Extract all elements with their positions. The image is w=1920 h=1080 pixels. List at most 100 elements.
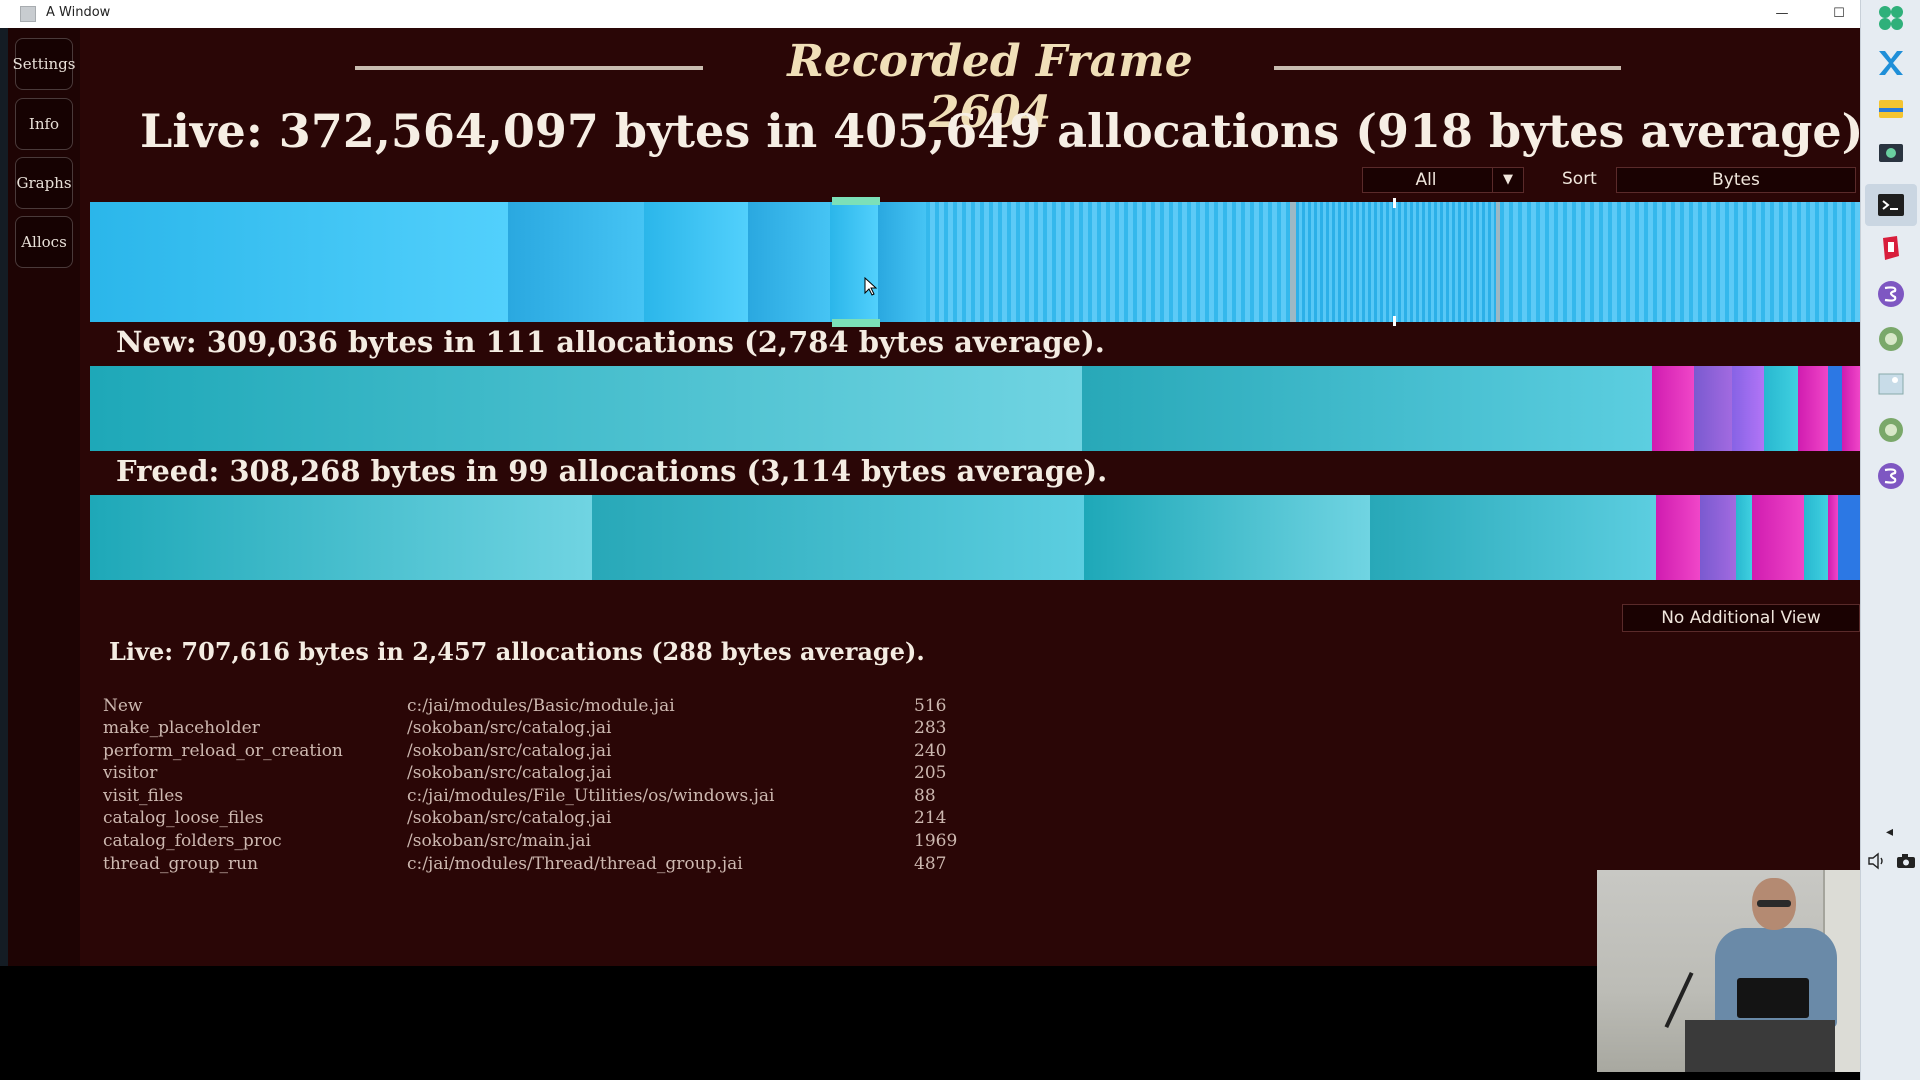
title-rule-right <box>1274 66 1621 70</box>
sidebar: Settings Info Graphs Allocs <box>8 28 80 966</box>
maximize-button[interactable]: ☐ <box>1829 4 1849 24</box>
live-segment[interactable] <box>748 202 830 322</box>
display-settings-icon[interactable] <box>1875 138 1907 170</box>
webcam-glasses <box>1757 900 1791 907</box>
live-segment[interactable] <box>644 202 748 322</box>
callstack-row[interactable]: visit_files c:/jai/modules/File_Utilitie… <box>103 786 1003 808</box>
freed-segment[interactable] <box>1656 495 1700 580</box>
freed-segment[interactable] <box>1736 495 1752 580</box>
file-path: /sokoban/src/main.jai <box>407 831 591 851</box>
file-path: c:/jai/modules/File_Utilities/os/windows… <box>407 786 775 806</box>
recycle-icon[interactable] <box>1875 323 1907 355</box>
line-number: 1969 <box>914 831 958 851</box>
left-edge-strip <box>0 28 8 966</box>
marker-tick-top <box>1393 198 1396 208</box>
new-segment[interactable] <box>1082 366 1652 451</box>
live-segment[interactable] <box>508 202 644 322</box>
sidebar-item-info[interactable]: Info <box>15 98 73 150</box>
live-segment-group[interactable] <box>1500 202 1860 322</box>
freed-segment[interactable] <box>1700 495 1736 580</box>
sidebar-item-allocs[interactable]: Allocs <box>15 216 73 268</box>
minimize-button[interactable]: — <box>1772 4 1792 24</box>
file-path: /sokoban/src/catalog.jai <box>407 718 612 738</box>
freed-segment[interactable] <box>90 495 592 580</box>
proc-name: visitor <box>103 763 158 783</box>
new-segment[interactable] <box>1798 366 1828 451</box>
marker-tick-bottom <box>1393 316 1396 326</box>
mouse-cursor-icon <box>864 277 878 296</box>
new-segment[interactable] <box>1828 366 1842 451</box>
proc-name: perform_reload_or_creation <box>103 741 343 761</box>
proc-name: catalog_folders_proc <box>103 831 282 851</box>
sidebar-item-graphs[interactable]: Graphs <box>15 157 73 209</box>
emacs-icon[interactable] <box>1875 278 1907 310</box>
line-number: 240 <box>914 741 947 761</box>
line-number: 487 <box>914 854 947 874</box>
file-path: /sokoban/src/catalog.jai <box>407 741 612 761</box>
red-app-icon[interactable] <box>1875 232 1907 264</box>
file-path: c:/jai/modules/Basic/module.jai <box>407 696 675 716</box>
callstack-row[interactable]: New c:/jai/modules/Basic/module.jai 516 <box>103 696 1003 718</box>
live-allocations-bar[interactable] <box>90 202 1860 322</box>
live-segment[interactable] <box>90 202 508 322</box>
callstack-row[interactable]: perform_reload_or_creation /sokoban/src/… <box>103 741 1003 763</box>
webcam-overlay <box>1597 870 1860 1072</box>
freed-segment[interactable] <box>1370 495 1656 580</box>
file-path: c:/jai/modules/Thread/thread_group.jai <box>407 854 743 874</box>
file-path: /sokoban/src/catalog.jai <box>407 763 612 783</box>
emacs-icon-2[interactable] <box>1875 460 1907 492</box>
file-path: /sokoban/src/catalog.jai <box>407 808 612 828</box>
freed-segment[interactable] <box>592 495 1084 580</box>
speaker-icon[interactable] <box>1867 852 1887 870</box>
freed-segment[interactable] <box>1084 495 1370 580</box>
callstack-row[interactable]: catalog_loose_files /sokoban/src/catalog… <box>103 808 1003 830</box>
callstack-row[interactable]: catalog_folders_proc /sokoban/src/main.j… <box>103 831 1003 853</box>
live-segment-group[interactable] <box>1296 202 1496 322</box>
webcam-laptop <box>1737 978 1809 1018</box>
additional-view-button[interactable]: No Additional View <box>1622 604 1860 632</box>
freed-segment[interactable] <box>1752 495 1804 580</box>
proc-name: New <box>103 696 143 716</box>
chevron-left-icon[interactable]: ◂ <box>1886 824 1893 840</box>
new-allocations-bar[interactable] <box>90 366 1860 451</box>
camera-icon[interactable] <box>1895 852 1917 870</box>
freed-allocations-bar[interactable] <box>90 495 1860 580</box>
sort-button[interactable]: Bytes <box>1616 167 1856 193</box>
live-segment[interactable] <box>878 202 926 322</box>
new-summary: New: 309,036 bytes in 111 allocations (2… <box>116 325 1105 359</box>
new-segment[interactable] <box>1694 366 1732 451</box>
new-segment[interactable] <box>1764 366 1798 451</box>
freed-segment[interactable] <box>1804 495 1828 580</box>
freed-summary: Freed: 308,268 bytes in 99 allocations (… <box>116 454 1108 488</box>
sidebar-item-settings[interactable]: Settings <box>13 38 75 90</box>
new-segment[interactable] <box>90 366 1082 451</box>
sort-label: Sort <box>1562 169 1597 189</box>
new-segment[interactable] <box>1842 366 1860 451</box>
app-grid-icon[interactable] <box>1875 2 1907 34</box>
proc-name: catalog_loose_files <box>103 808 264 828</box>
file-explorer-icon[interactable] <box>1875 92 1907 124</box>
line-number: 516 <box>914 696 947 716</box>
window-titlebar: A Window — ☐ <box>0 0 1860 29</box>
hover-highlight <box>832 197 880 327</box>
image-icon[interactable] <box>1875 368 1907 400</box>
window-title: A Window <box>46 5 111 20</box>
live-summary-heading: Live: 372,564,097 bytes in 405,649 alloc… <box>140 104 1880 158</box>
new-segment[interactable] <box>1732 366 1764 451</box>
detail-summary: Live: 707,616 bytes in 2,457 allocations… <box>109 637 925 666</box>
chevron-down-icon[interactable]: ▼ <box>1492 168 1523 192</box>
proc-name: make_placeholder <box>103 718 260 738</box>
new-segment[interactable] <box>1652 366 1694 451</box>
live-segment-group[interactable] <box>926 202 1290 322</box>
line-number: 205 <box>914 763 947 783</box>
filter-dropdown[interactable]: All ▼ <box>1362 167 1524 193</box>
freed-segment[interactable] <box>1828 495 1838 580</box>
filter-value: All <box>1415 170 1437 190</box>
callstack-row[interactable]: make_placeholder /sokoban/src/catalog.ja… <box>103 718 1003 740</box>
recycle-icon-2[interactable] <box>1875 414 1907 446</box>
freed-segment[interactable] <box>1838 495 1860 580</box>
callstack-row[interactable]: visitor /sokoban/src/catalog.jai 205 <box>103 763 1003 785</box>
terminal-icon[interactable] <box>1875 189 1907 221</box>
x-app-icon[interactable] <box>1875 47 1907 79</box>
callstack-row[interactable]: thread_group_run c:/jai/modules/Thread/t… <box>103 854 1003 876</box>
